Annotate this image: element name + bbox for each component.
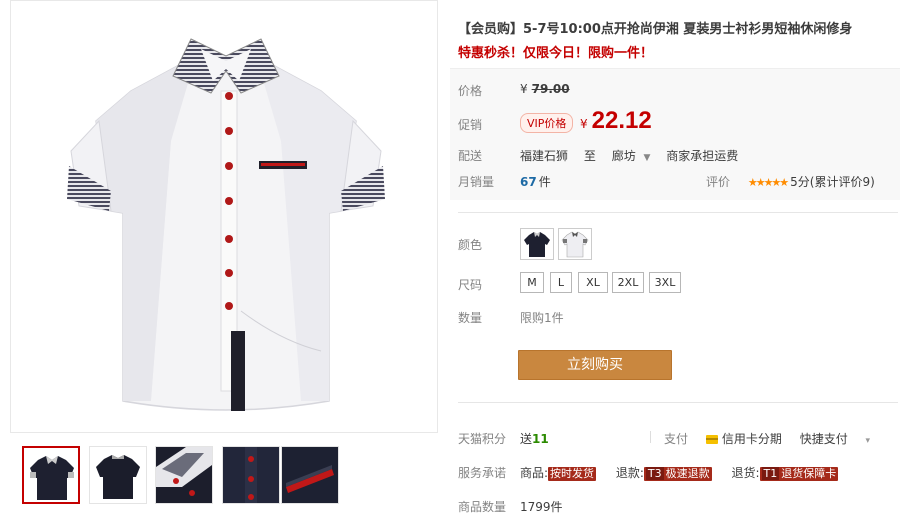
button-detail-thumb — [223, 447, 279, 503]
fast-refund-badge[interactable]: T3 极速退款 — [643, 467, 712, 481]
size-option-2xl[interactable]: 2XL — [612, 272, 644, 293]
price-panel: 价格 ¥79.00 促销 VIP价格 ¥22.12 配送 福建石狮 至 廊坊 ▼… — [450, 68, 900, 200]
buy-now-button[interactable]: 立刻购买 — [518, 350, 672, 380]
stock-value: 1799件 — [520, 500, 563, 513]
black-shirt-front-thumb — [24, 448, 78, 502]
original-price: ¥79.00 — [520, 82, 570, 96]
credit-card-icon — [705, 435, 718, 444]
currency-symbol: ¥ — [580, 117, 588, 131]
service-item-refund-prefix: 退款: — [615, 466, 644, 480]
delivery-to-word: 至 — [583, 149, 596, 163]
separator — [650, 431, 651, 443]
rating-info: 评价 ★★★★★ 5分(累计评价9) — [706, 173, 875, 190]
quantity-label: 数量 — [458, 311, 483, 325]
service-item-return-prefix: 退货: — [731, 466, 760, 480]
size-option-l[interactable]: L — [550, 272, 572, 293]
promotion-label: 促销 — [458, 118, 483, 132]
rating-score: 5分 — [790, 175, 810, 189]
rating-score-wrap: 5分(累计评价9) — [790, 175, 875, 189]
collar-detail-thumb — [156, 447, 212, 503]
main-product-image[interactable] — [10, 0, 438, 433]
stock-label: 商品数量 — [458, 500, 507, 513]
white-shirt-swatch-icon — [561, 231, 589, 258]
product-details: 【会员购】5-7号10:00点开抢尚伊湘 夏装男士衬衫男短袖休闲修身 特惠秒杀！… — [450, 0, 900, 513]
size-option-xl[interactable]: XL — [578, 272, 608, 293]
thumbnail-3[interactable] — [155, 446, 213, 504]
delivery-label: 配送 — [458, 149, 483, 163]
thumbnail-4[interactable] — [222, 446, 280, 504]
rating-label: 评价 — [706, 175, 731, 189]
black-shirt-swatch-icon — [524, 232, 550, 257]
monthly-sales: 67 件 — [520, 173, 551, 190]
badge-prefix: T1 — [761, 467, 780, 480]
product-gallery — [10, 0, 438, 513]
return-guarantee-badge[interactable]: T1 退货保障卡 — [759, 467, 839, 481]
color-option-white[interactable] — [558, 228, 592, 260]
color-option-black[interactable] — [520, 228, 554, 260]
delivery-destination[interactable]: 廊坊 — [612, 149, 636, 163]
black-shirt-back-thumb — [90, 447, 146, 503]
purchase-limit: 限购1件 — [520, 311, 564, 325]
credit-installment[interactable]: 信用卡分期 — [722, 432, 782, 446]
price-label: 价格 — [458, 84, 483, 98]
monthly-sales-label: 月销量 — [458, 175, 495, 189]
pocket-detail-thumb — [282, 447, 338, 503]
points-label: 天猫积分 — [458, 432, 507, 446]
thumbnail-1[interactable] — [22, 446, 80, 504]
points-prefix: 送 — [520, 432, 533, 446]
promo-text: 特惠秒杀！仅限今日！限购一件！ — [458, 46, 654, 61]
badge-text: 极速退款 — [665, 467, 710, 480]
star-rating-icon: ★★★★★ — [747, 176, 789, 189]
chevron-down-icon[interactable]: ▼ — [644, 153, 651, 163]
badge-text: 退货保障卡 — [781, 467, 837, 480]
chevron-down-icon[interactable]: ▾ — [866, 436, 871, 446]
original-price-value: 79.00 — [531, 82, 570, 96]
divider — [458, 402, 898, 403]
product-title: 【会员购】5-7号10:00点开抢尚伊湘 夏装男士衬衫男短袖休闲修身 — [458, 22, 853, 37]
points-value: 11 — [532, 432, 549, 446]
currency-symbol: ¥ — [520, 82, 528, 96]
white-shirt-image — [67, 38, 385, 411]
vip-price-tag: VIP价格 — [520, 113, 574, 133]
size-option-m[interactable]: M — [520, 272, 544, 293]
quick-pay[interactable]: 快捷支付 — [800, 432, 848, 446]
current-price-value: 22.12 — [591, 107, 652, 134]
size-option-3xl[interactable]: 3XL — [649, 272, 681, 293]
payment-label: 支付 — [664, 432, 689, 446]
points-info: 送11 — [520, 430, 549, 447]
service-label: 服务承诺 — [458, 466, 507, 480]
divider — [458, 212, 898, 213]
thumbnail-2[interactable] — [89, 446, 147, 504]
review-count-link[interactable]: (累计评价9) — [810, 175, 875, 189]
badge-prefix: T3 — [645, 467, 664, 480]
on-time-shipping-badge[interactable]: 按时发货 — [548, 467, 597, 481]
payment-info: 支付 信用卡分期 快捷支付 ▾ — [664, 430, 870, 447]
size-label: 尺码 — [458, 278, 483, 292]
delivery-info: 福建石狮 至 廊坊 ▼ 商家承担运费 — [520, 147, 750, 164]
service-commitments: 商品: 按时发货 退款: T3 极速退款 退货: T1 退货保障卡 — [520, 464, 839, 481]
delivery-from: 福建石狮 — [520, 149, 569, 163]
thumbnail-5[interactable] — [281, 446, 339, 504]
service-item-goods-prefix: 商品: — [520, 466, 549, 480]
thumbnail-strip — [10, 440, 438, 510]
delivery-fee: 商家承担运费 — [666, 149, 739, 163]
sales-count: 67 — [520, 175, 537, 189]
current-price: ¥22.12 — [580, 107, 652, 135]
color-label: 颜色 — [458, 238, 483, 252]
sales-unit: 件 — [538, 175, 551, 189]
